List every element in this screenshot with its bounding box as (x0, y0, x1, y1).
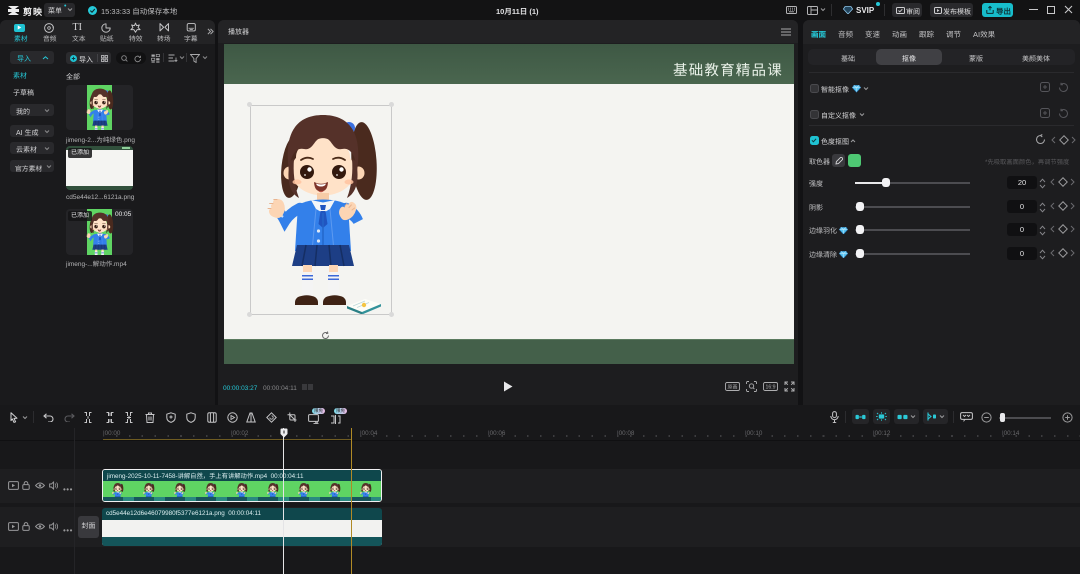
svg-text:16:9: 16:9 (765, 385, 775, 391)
svg-text:原画: 原画 (727, 385, 737, 391)
